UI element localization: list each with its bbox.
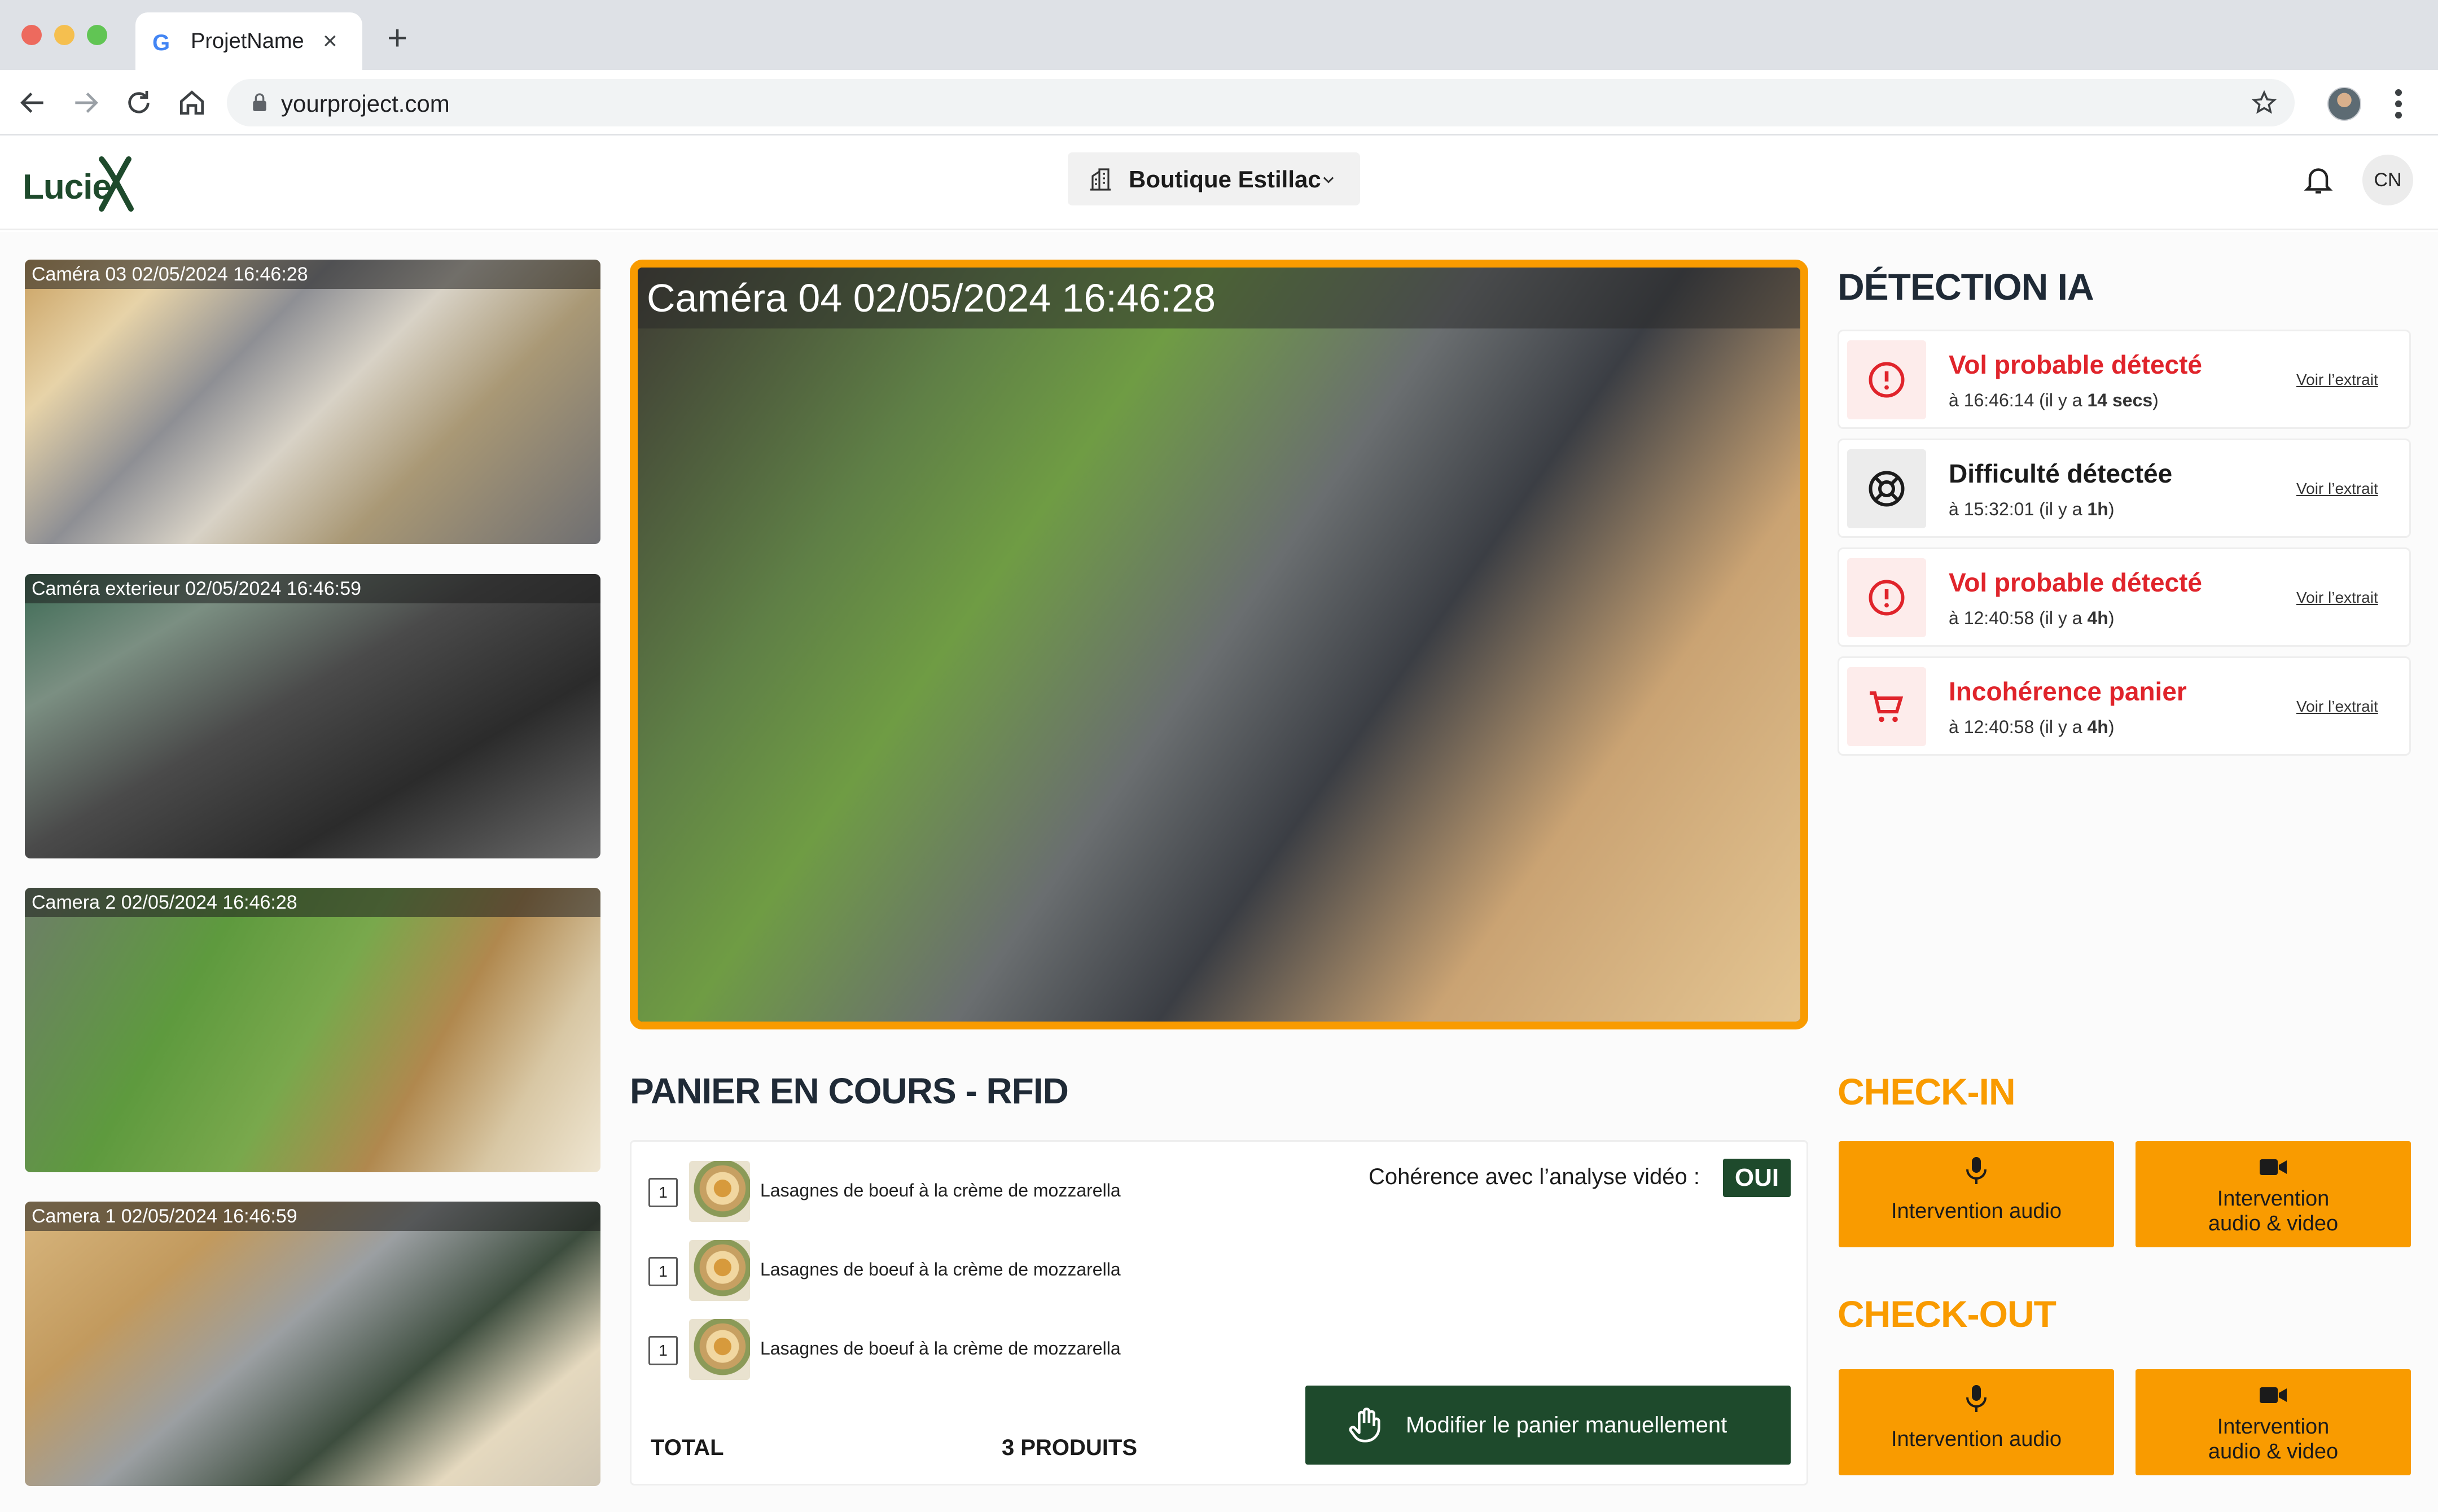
checkin-audio-button[interactable]: Intervention audio bbox=[1839, 1141, 2114, 1247]
hand-icon bbox=[1349, 1408, 1380, 1443]
chevron-down-icon bbox=[1323, 177, 1334, 183]
cart-panel: 1 Lasagnes de boeuf à la crème de mozzar… bbox=[630, 1140, 1808, 1485]
view-clip-link[interactable]: Voir l’extrait bbox=[2296, 698, 2378, 716]
camera-label: Camera 2 02/05/2024 16:46:28 bbox=[25, 888, 600, 917]
video-camera-icon bbox=[2260, 1159, 2287, 1175]
camera-feed-03[interactable]: Caméra 03 02/05/2024 16:46:28 bbox=[25, 260, 600, 544]
bookmark-star-icon[interactable] bbox=[2251, 89, 2278, 116]
detection-title-text: Difficulté détectée bbox=[1949, 459, 2173, 488]
home-icon[interactable] bbox=[176, 87, 208, 119]
checkout-audio-button[interactable]: Intervention audio bbox=[1839, 1369, 2114, 1475]
reload-icon[interactable] bbox=[123, 87, 155, 119]
main-camera-feed[interactable]: Caméra 04 02/05/2024 16:46:28 bbox=[630, 260, 1808, 1029]
url-text: yourproject.com bbox=[281, 90, 450, 117]
tab-close-icon[interactable]: × bbox=[323, 27, 337, 55]
checkout-audio-label: Intervention audio bbox=[1891, 1427, 2062, 1451]
detection-title-text: Vol probable détecté bbox=[1949, 568, 2203, 597]
cart-item-name: Lasagnes de boeuf à la crème de mozzarel… bbox=[760, 1259, 1121, 1279]
window-maximize-button[interactable] bbox=[87, 25, 107, 45]
lock-icon bbox=[253, 93, 266, 111]
microphone-icon bbox=[1966, 1157, 1987, 1184]
detection-time: à 12:40:58 (il y a 4h) bbox=[1949, 608, 2115, 628]
checkout-title: CHECK-OUT bbox=[1838, 1293, 2056, 1335]
lifebuoy-icon bbox=[1869, 471, 1905, 507]
camera-label: Caméra 03 02/05/2024 16:46:28 bbox=[25, 260, 600, 289]
browser-tabstrip: G ProjetName × + bbox=[0, 0, 2438, 70]
window-minimize-button[interactable] bbox=[54, 25, 74, 45]
address-bar[interactable]: yourproject.com bbox=[227, 79, 2295, 126]
alert-circle-icon bbox=[1869, 580, 1905, 616]
view-clip-link[interactable]: Voir l’extrait bbox=[2296, 371, 2378, 389]
checkin-audio-label: Intervention audio bbox=[1891, 1199, 2062, 1223]
coherence-badge: OUI bbox=[1723, 1159, 1791, 1197]
checkout-video-label-line1: Intervention bbox=[2217, 1415, 2330, 1439]
cart-icon bbox=[1870, 691, 1904, 722]
total-value: 3 PRODUITS bbox=[1002, 1435, 1138, 1460]
microphone-icon bbox=[1966, 1385, 1987, 1412]
camera-feed-1[interactable]: Camera 1 02/05/2024 16:46:59 bbox=[25, 1202, 600, 1486]
camera-label: Caméra exterieur 02/05/2024 16:46:59 bbox=[25, 574, 600, 603]
cart-item-qty[interactable]: 1 bbox=[648, 1336, 678, 1365]
browser-menu-icon[interactable] bbox=[2393, 87, 2404, 121]
window-close-button[interactable] bbox=[21, 25, 42, 45]
checkout-video-label-line2: audio & video bbox=[2208, 1440, 2339, 1463]
new-tab-button[interactable]: + bbox=[387, 21, 407, 56]
camera-feed-2[interactable]: Camera 2 02/05/2024 16:46:28 bbox=[25, 888, 600, 1172]
detection-item[interactable]: Vol probable détecté à 16:46:14 (il y a … bbox=[1838, 330, 2411, 429]
building-icon bbox=[1090, 168, 1111, 191]
total-label: TOTAL bbox=[651, 1435, 724, 1460]
cart-item-name: Lasagnes de boeuf à la crème de mozzarel… bbox=[760, 1180, 1121, 1200]
cart-item-qty[interactable]: 1 bbox=[648, 1257, 678, 1286]
cart-item-qty[interactable]: 1 bbox=[648, 1178, 678, 1207]
detection-title-text: Incohérence panier bbox=[1949, 677, 2187, 706]
store-selector[interactable]: Boutique Estillac bbox=[1068, 152, 1360, 205]
detection-title-text: Vol probable détecté bbox=[1949, 350, 2203, 379]
modify-cart-label: Modifier le panier manuellement bbox=[1406, 1413, 1727, 1438]
video-camera-icon bbox=[2260, 1387, 2287, 1403]
user-avatar[interactable]: CN bbox=[2362, 155, 2413, 205]
app-header: Lucie Boutique Estillac CN bbox=[0, 135, 2438, 230]
browser-toolbar: yourproject.com bbox=[0, 70, 2438, 135]
modify-cart-button[interactable]: Modifier le panier manuellement bbox=[1305, 1386, 1791, 1465]
main-camera-label: Caméra 04 02/05/2024 16:46:28 bbox=[638, 268, 1800, 328]
detection-time: à 12:40:58 (il y a 4h) bbox=[1949, 717, 2115, 737]
detection-title: DÉTECTION IA bbox=[1838, 266, 2094, 308]
view-clip-link[interactable]: Voir l’extrait bbox=[2296, 480, 2378, 498]
camera-image bbox=[638, 268, 1800, 1022]
coherence-label: Cohérence avec l’analyse vidéo : bbox=[1369, 1164, 1700, 1189]
product-thumbnail bbox=[689, 1240, 750, 1301]
view-clip-link[interactable]: Voir l’extrait bbox=[2296, 589, 2378, 607]
detection-time: à 15:32:01 (il y a 1h) bbox=[1949, 499, 2115, 519]
detection-item[interactable]: Incohérence panier à 12:40:58 (il y a 4h… bbox=[1838, 656, 2411, 756]
camera-feed-exterieur[interactable]: Caméra exterieur 02/05/2024 16:46:59 bbox=[25, 574, 600, 858]
panier-title: PANIER EN COURS - RFID bbox=[630, 1071, 1069, 1111]
back-arrow-icon[interactable] bbox=[17, 87, 49, 119]
checkin-video-label-line2: audio & video bbox=[2208, 1212, 2339, 1235]
notification-bell-icon[interactable] bbox=[2301, 163, 2335, 196]
alert-circle-icon bbox=[1869, 362, 1905, 398]
checkout-video-button[interactable]: Intervention audio & video bbox=[2136, 1369, 2411, 1475]
detection-item[interactable]: Vol probable détecté à 12:40:58 (il y a … bbox=[1838, 547, 2411, 647]
checkin-video-button[interactable]: Intervention audio & video bbox=[2136, 1141, 2411, 1247]
lucie-logo[interactable]: Lucie bbox=[23, 151, 135, 213]
cart-item-name: Lasagnes de boeuf à la crème de mozzarel… bbox=[760, 1338, 1121, 1358]
fork-knife-logo-icon bbox=[99, 156, 134, 212]
tab-title: ProjetName bbox=[191, 29, 304, 53]
camera-label: Camera 1 02/05/2024 16:46:59 bbox=[25, 1202, 600, 1231]
forward-arrow-icon[interactable] bbox=[70, 87, 102, 119]
detection-item[interactable]: Difficulté détectée à 15:32:01 (il y a 1… bbox=[1838, 439, 2411, 538]
checkin-video-label-line1: Intervention bbox=[2217, 1187, 2330, 1211]
browser-profile-avatar[interactable] bbox=[2327, 87, 2361, 121]
detection-time: à 16:46:14 (il y a 14 secs) bbox=[1949, 390, 2159, 410]
checkin-title: CHECK-IN bbox=[1838, 1071, 2016, 1112]
product-thumbnail bbox=[689, 1319, 750, 1380]
browser-tab[interactable]: G ProjetName × bbox=[135, 12, 362, 70]
store-name: Boutique Estillac bbox=[1129, 166, 1321, 192]
product-thumbnail bbox=[689, 1161, 750, 1222]
google-favicon-icon: G bbox=[152, 30, 170, 55]
